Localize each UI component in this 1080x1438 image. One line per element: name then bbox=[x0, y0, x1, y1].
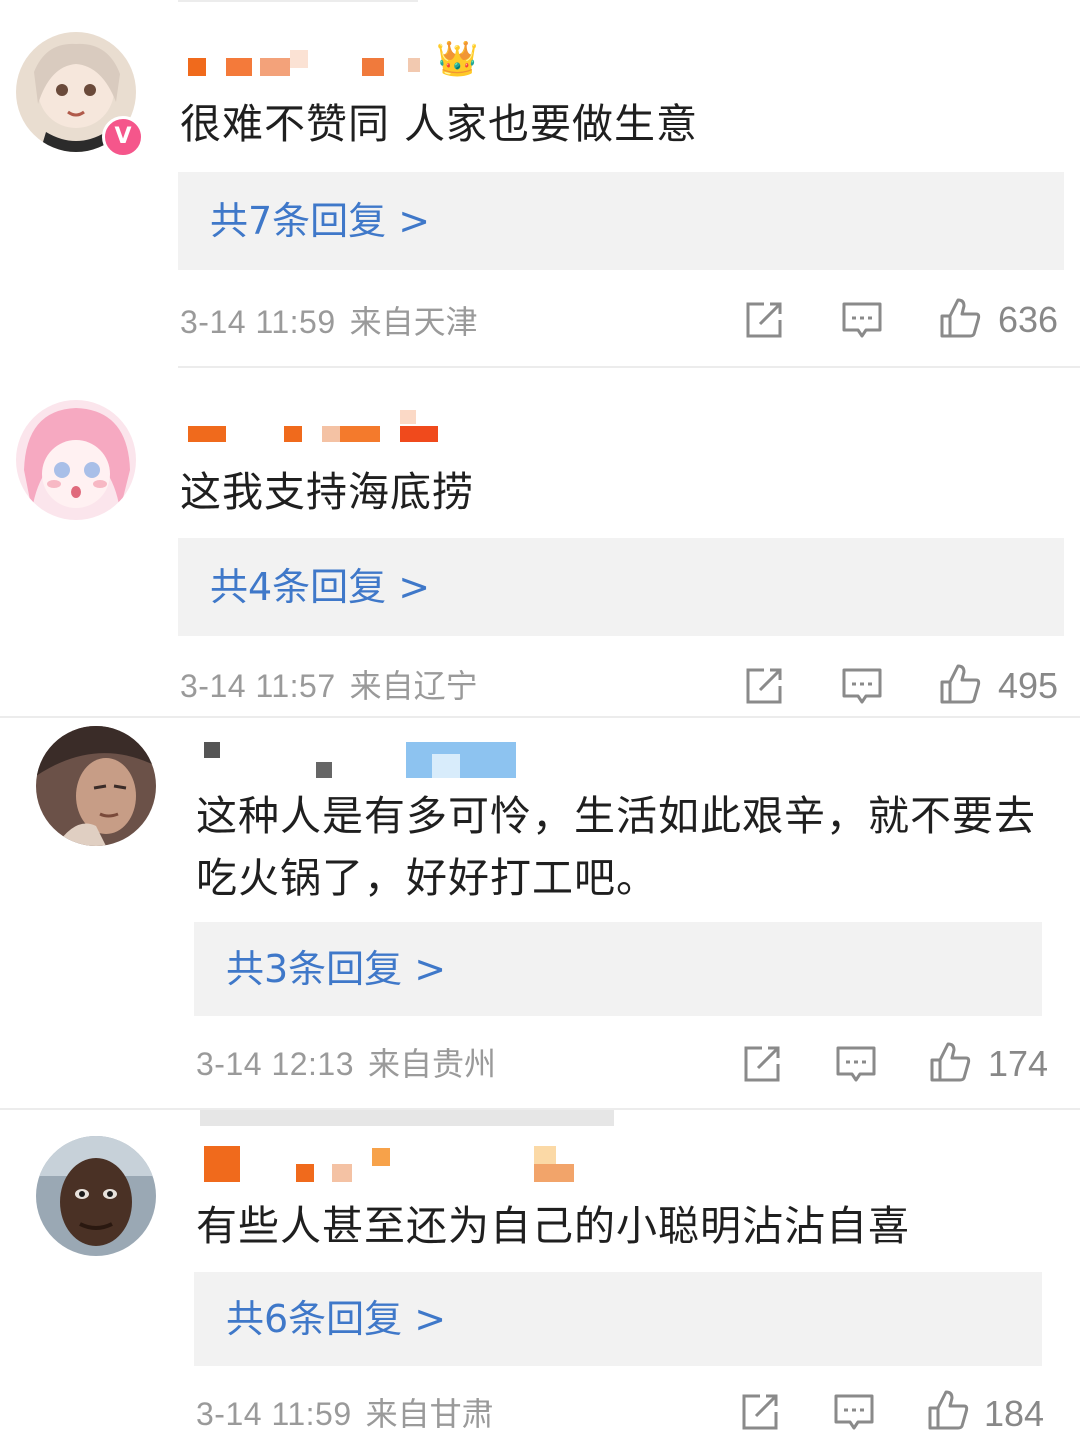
thumbs-up-icon[interactable] bbox=[938, 662, 982, 706]
comment-text: 有些人甚至还为自己的小聪明沾沾自喜 bbox=[196, 1202, 910, 1250]
share-icon[interactable] bbox=[738, 1390, 782, 1434]
divider bbox=[200, 1110, 614, 1126]
location: 来自贵州 bbox=[368, 1045, 497, 1083]
comment-meta: 3-14 11:59 来自甘肃 bbox=[196, 1394, 494, 1434]
divider bbox=[178, 366, 1080, 368]
comment-meta: 3-14 11:59 来自天津 bbox=[180, 302, 478, 342]
comment-text: 这我支持海底捞 bbox=[180, 468, 474, 516]
thumbs-up-icon[interactable] bbox=[926, 1388, 970, 1432]
comment-icon[interactable] bbox=[834, 1042, 878, 1086]
like-count: 174 bbox=[988, 1043, 1049, 1084]
like-count: 495 bbox=[998, 665, 1059, 706]
share-icon[interactable] bbox=[742, 298, 786, 342]
timestamp: 3-14 12:13 bbox=[196, 1046, 355, 1082]
location: 来自辽宁 bbox=[349, 667, 478, 705]
crown-icon: 👑 bbox=[436, 39, 479, 79]
timestamp: 3-14 11:57 bbox=[180, 668, 336, 704]
comment-meta: 3-14 12:13 来自贵州 bbox=[196, 1044, 496, 1084]
avatar[interactable] bbox=[36, 1136, 156, 1256]
comment-icon[interactable] bbox=[840, 664, 884, 708]
replies-label: 共7条回复 > bbox=[210, 199, 431, 243]
vip-badge-icon: V bbox=[102, 116, 144, 158]
thumbs-up-icon[interactable] bbox=[938, 296, 982, 340]
timestamp: 3-14 11:59 bbox=[196, 1396, 352, 1432]
username-redacted[interactable] bbox=[200, 740, 520, 778]
location: 来自天津 bbox=[349, 303, 478, 341]
replies-button[interactable]: 共7条回复 > bbox=[178, 172, 1064, 270]
location: 来自甘肃 bbox=[365, 1395, 494, 1433]
comment-meta: 3-14 11:57 来自辽宁 bbox=[180, 666, 478, 706]
divider bbox=[178, 0, 418, 2]
avatar[interactable] bbox=[16, 400, 136, 520]
like-count: 184 bbox=[984, 1393, 1045, 1434]
username-redacted[interactable] bbox=[188, 408, 448, 442]
comment-icon[interactable] bbox=[840, 298, 884, 342]
replies-label: 共6条回复 > bbox=[226, 1297, 447, 1341]
share-icon[interactable] bbox=[740, 1042, 784, 1086]
comment-text: 很难不赞同 人家也要做生意 bbox=[180, 100, 699, 148]
thumbs-up-icon[interactable] bbox=[928, 1040, 972, 1084]
comment-text-line-2: 吃火锅了，好好打工吧。 bbox=[196, 854, 658, 902]
replies-button[interactable]: 共3条回复 > bbox=[194, 922, 1042, 1016]
replies-label: 共3条回复 > bbox=[226, 947, 447, 991]
comment-icon[interactable] bbox=[832, 1390, 876, 1434]
divider bbox=[0, 716, 1080, 718]
like-count: 636 bbox=[998, 299, 1059, 340]
replies-button[interactable]: 共4条回复 > bbox=[178, 538, 1064, 636]
replies-button[interactable]: 共6条回复 > bbox=[194, 1272, 1042, 1366]
username-redacted[interactable] bbox=[204, 1146, 584, 1182]
avatar[interactable] bbox=[36, 726, 156, 846]
replies-label: 共4条回复 > bbox=[210, 565, 431, 609]
share-icon[interactable] bbox=[742, 664, 786, 708]
comment-text-line-1: 这种人是有多可怜，生活如此艰辛，就不要去 bbox=[196, 792, 1036, 840]
timestamp: 3-14 11:59 bbox=[180, 304, 336, 340]
